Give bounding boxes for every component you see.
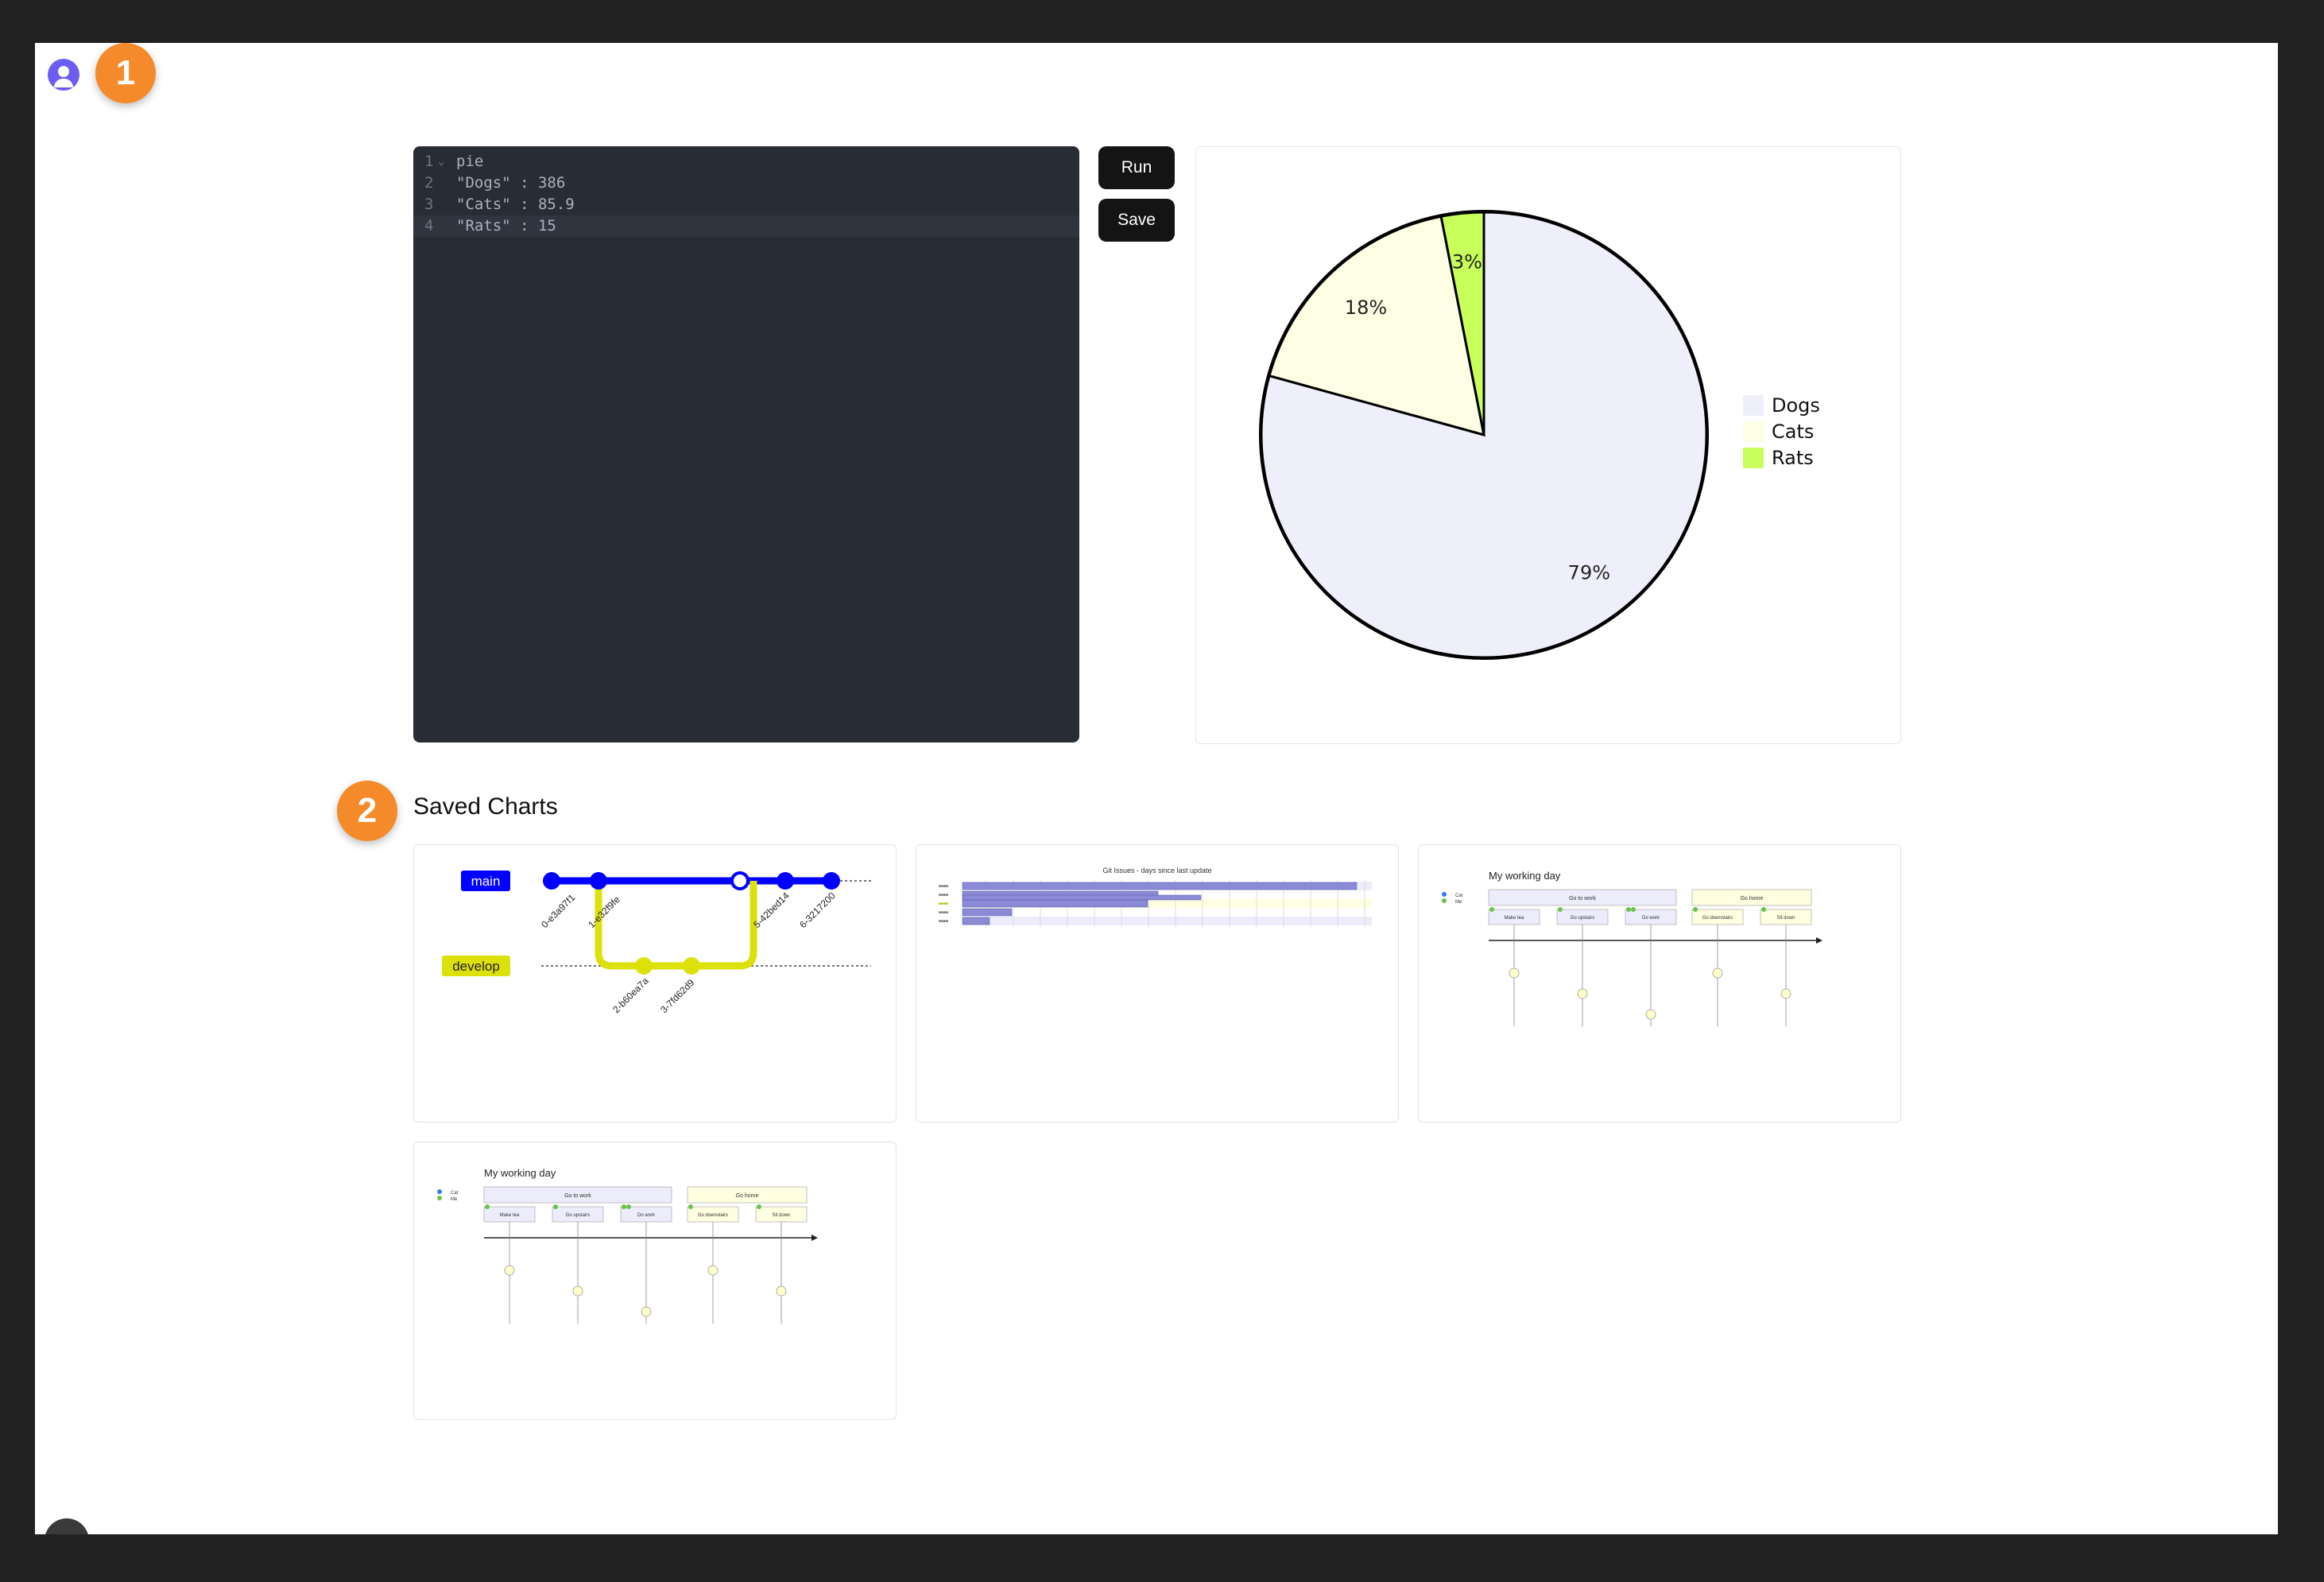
step-badge-1: 1 [95, 43, 156, 103]
commit-dot [635, 957, 653, 975]
code-text: "Dogs" : 386 [456, 174, 566, 192]
user-icon-body [54, 79, 73, 87]
legend-label: Dogs [1772, 394, 1820, 417]
code-text: pie [456, 153, 484, 170]
branch-develop-text: develop [452, 959, 500, 974]
line-number: 1 [424, 153, 434, 170]
merge-commit-dot [730, 871, 749, 890]
commit-label: 6-3217200 [797, 890, 838, 930]
saved-charts-title: Saved Charts [413, 793, 558, 820]
code-line[interactable]: 2 "Dogs" : 386 [413, 173, 1079, 194]
commit-label: 3-7fd62d9 [658, 977, 696, 1015]
journey-title: My working day [1489, 870, 1561, 882]
svg-text:Go to work: Go to work [1569, 896, 1596, 902]
svg-text:Cat: Cat [1455, 894, 1463, 898]
saved-chart-card-journey[interactable]: My working day Cat Me Go to work Go home… [413, 1142, 897, 1420]
line-number: 2 [424, 174, 434, 192]
line-number: 4 [424, 217, 434, 235]
line-number: 3 [424, 196, 434, 213]
commit-label: 5-42bed14 [751, 890, 792, 930]
svg-text:Make tea: Make tea [500, 1213, 520, 1218]
app-window: 1 1 ⌄ pie 2 "Dogs" : 386 3 "Cats" : 85.9… [35, 43, 2278, 1534]
step-badge-2: 2 [337, 781, 397, 841]
svg-text:Me: Me [1455, 900, 1462, 905]
code-text: "Rats" : 15 [456, 217, 556, 235]
svg-text:Go to work: Go to work [564, 1193, 591, 1199]
code-text: "Cats" : 85.9 [456, 196, 575, 213]
svg-text:Go downstairs: Go downstairs [698, 1213, 728, 1218]
svg-text:Cat: Cat [451, 1191, 459, 1196]
journey-title: My working day [484, 1167, 556, 1179]
svg-text:Sit down: Sit down [772, 1213, 790, 1218]
journey-thumbnail: My working day Cat Me Go to work Go home… [1442, 870, 1822, 1026]
gantt-thumbnail: Git Issues - days since last update ■■■■… [939, 867, 1372, 928]
commit-dot [683, 957, 700, 975]
saved-chart-card-git[interactable]: main develop 0-e3a97f1 1-e32f9fe 2-b60ea… [413, 844, 897, 1123]
svg-text:Go downstairs: Go downstairs [1702, 916, 1733, 921]
user-icon-head [58, 66, 69, 77]
svg-text:Go upstairs: Go upstairs [566, 1213, 591, 1218]
branch-main-text: main [471, 874, 501, 889]
svg-text:Sit down: Sit down [1776, 916, 1795, 921]
commit-label: 0-e3a97f1 [539, 892, 577, 930]
code-editor[interactable]: 1 ⌄ pie 2 "Dogs" : 386 3 "Cats" : 85.9 4… [413, 146, 1079, 743]
pie-slice-label: 79% [1568, 562, 1610, 584]
svg-text:■■■■: ■■■■ [939, 902, 948, 906]
legend-swatch [1743, 395, 1764, 416]
saved-chart-card-gantt[interactable]: Git Issues - days since last update ■■■■… [916, 844, 1399, 1123]
legend-label: Rats [1772, 447, 1814, 469]
gantt-title: Git Issues - days since last update [1102, 867, 1211, 874]
user-avatar[interactable] [48, 59, 79, 91]
legend-label: Cats [1772, 421, 1814, 443]
pie-slice-label: 18% [1345, 297, 1387, 319]
git-graph-thumbnail: main develop 0-e3a97f1 1-e32f9fe 2-b60ea… [442, 870, 871, 1015]
svg-text:■■■■: ■■■■ [939, 893, 948, 898]
commit-dot [777, 872, 794, 890]
fold-chevron-icon[interactable]: ⌄ [438, 151, 444, 173]
legend-swatch [1743, 448, 1764, 468]
svg-text:■■■■: ■■■■ [939, 884, 948, 889]
floating-action-button[interactable] [45, 1518, 89, 1534]
commit-dot [590, 872, 607, 890]
commit-dot [823, 872, 840, 890]
svg-text:Do work: Do work [1642, 916, 1660, 921]
svg-text:Me: Me [451, 1197, 458, 1202]
svg-text:■■■■: ■■■■ [939, 910, 948, 915]
run-button[interactable]: Run [1098, 146, 1175, 189]
svg-text:■■■■: ■■■■ [939, 919, 948, 924]
chart-preview: 79% 18% 3% Dogs Cats Rats [1195, 146, 1901, 744]
svg-text:Go home: Go home [1741, 896, 1764, 902]
journey-thumbnail: My working day Cat Me Go to work Go home… [437, 1167, 818, 1324]
commit-dot [543, 872, 560, 890]
svg-text:Go home: Go home [736, 1193, 759, 1199]
commit-label: 2-b60ea7a [610, 975, 651, 1015]
commit-label: 1-e32f9fe [586, 894, 622, 930]
code-line-active[interactable]: 4 "Rats" : 15 [413, 215, 1079, 237]
svg-text:Do work: Do work [637, 1213, 656, 1218]
save-button[interactable]: Save [1098, 199, 1175, 242]
code-line[interactable]: 1 ⌄ pie [413, 151, 1079, 173]
legend-swatch [1743, 421, 1764, 442]
saved-chart-card-journey[interactable]: My working day Cat Me Go to work Go home… [1418, 844, 1901, 1123]
svg-text:Make tea: Make tea [1505, 916, 1524, 921]
svg-text:Go upstairs: Go upstairs [1571, 916, 1595, 921]
pie-slice-label: 3% [1452, 251, 1482, 273]
pie-chart: 79% 18% 3% Dogs Cats Rats [1259, 210, 1820, 660]
code-line[interactable]: 3 "Cats" : 85.9 [413, 194, 1079, 215]
